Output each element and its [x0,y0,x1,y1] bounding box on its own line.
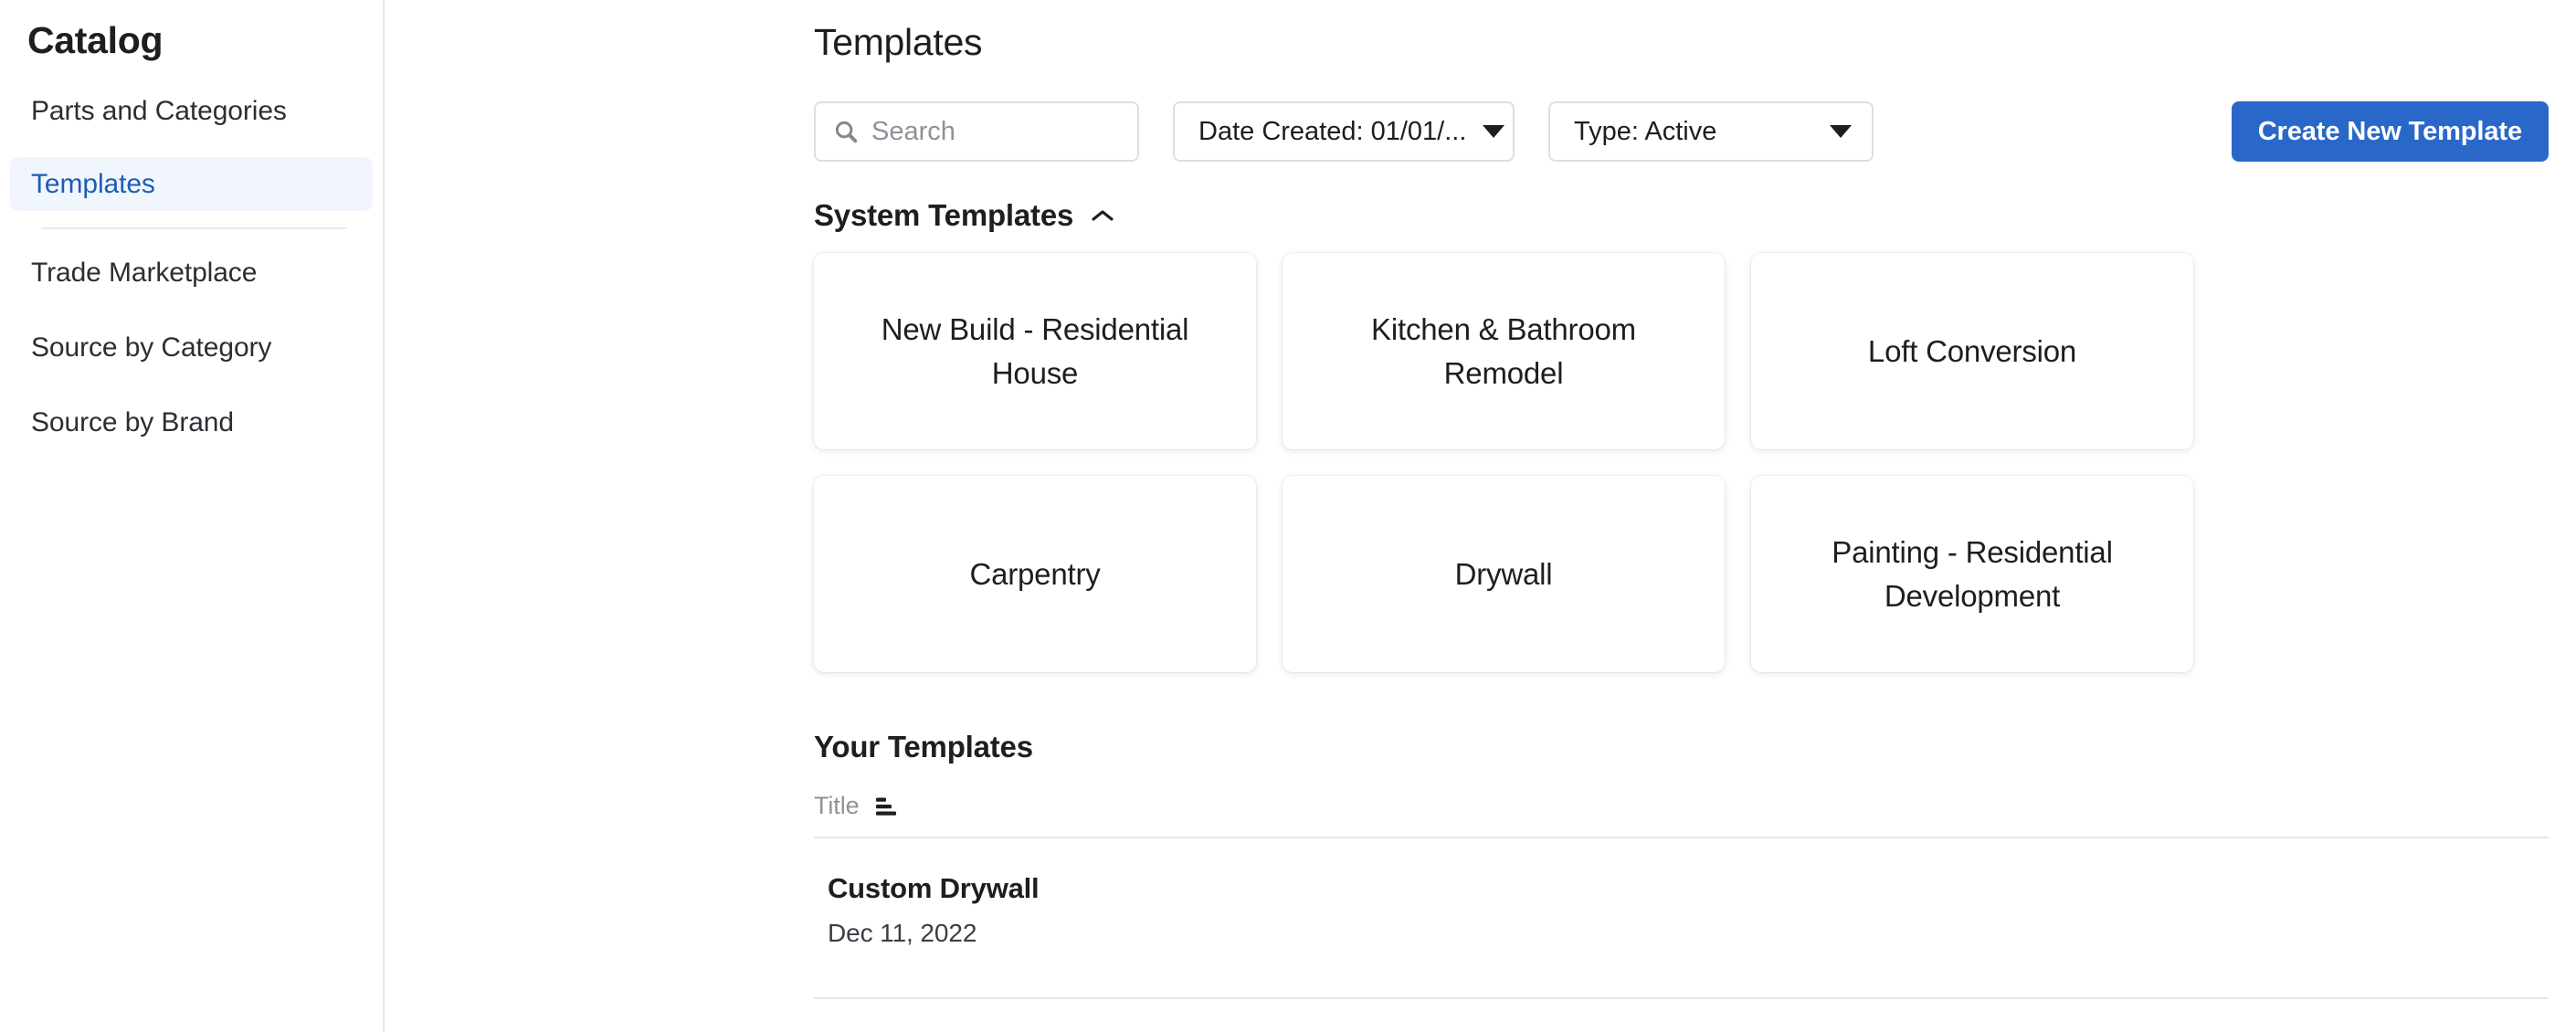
sidebar-nav: Parts and Categories Templates Trade Mar… [0,86,383,449]
table-row-title: Custom Drywall [828,872,1040,905]
chevron-down-icon [1830,125,1852,139]
system-templates-title: System Templates [814,198,1074,233]
search-input[interactable] [871,116,1121,147]
type-filter-label: Type: Active [1574,116,1717,146]
template-card-label: Painting - Residential Development [1832,534,2113,613]
search-icon [832,118,860,145]
search-field[interactable] [814,101,1139,163]
template-card[interactable]: Kitchen & Bathroom Remodel [1283,253,1725,450]
template-card-label: Loft Conversion [1867,333,2077,368]
system-templates-header[interactable]: System Templates [385,198,2576,233]
sidebar-item-source-by-category[interactable]: Source by Category [10,321,373,375]
sidebar-item-label: Source by Brand [31,406,234,437]
date-created-filter-dropdown[interactable]: Date Created: 01/01/... [1173,101,1515,163]
template-card[interactable]: Drywall [1283,476,1725,673]
sidebar-divider [41,227,347,230]
chevron-down-icon [1483,125,1505,139]
sidebar-item-source-by-brand[interactable]: Source by Brand [10,395,373,450]
column-header-title[interactable]: Title [814,792,860,820]
template-card-label: Kitchen & Bathroom Remodel [1371,311,1636,390]
sidebar-item-templates[interactable]: Templates [10,156,373,212]
template-card-label: Drywall [1454,556,1553,591]
chevron-up-icon[interactable] [1090,207,1115,224]
sidebar-item-label: Parts and Categories [31,96,287,127]
sidebar: Catalog Parts and Categories Templates T… [0,0,385,1032]
sidebar-item-label: Trade Marketplace [31,258,258,289]
template-card[interactable]: Carpentry [814,476,1256,673]
main-content: Templates Date Created: 01/01/... Type: … [385,0,2576,1032]
app-root: Catalog Parts and Categories Templates T… [0,0,2576,1032]
sort-icon[interactable] [872,795,896,817]
table-row-date: Dec 11, 2022 [828,918,977,947]
template-card-label: New Build - Residential House [881,311,1189,390]
template-card-label: Carpentry [969,556,1101,591]
templates-table-header: Title [385,792,2576,820]
sidebar-item-label: Source by Category [31,332,272,363]
template-card[interactable]: Loft Conversion [1751,253,2193,450]
template-card[interactable]: New Build - Residential House [814,253,1256,450]
system-templates-grid: New Build - Residential House Kitchen & … [385,253,2576,673]
date-created-filter-label: Date Created: 01/01/... [1198,116,1467,146]
sidebar-item-trade-marketplace[interactable]: Trade Marketplace [10,246,373,300]
sidebar-item-parts-and-categories[interactable]: Parts and Categories [10,86,373,137]
type-filter-dropdown[interactable]: Type: Active [1548,101,1874,163]
template-card[interactable]: Painting - Residential Development [1751,476,2193,673]
sidebar-title: Catalog [27,19,164,61]
create-new-template-button[interactable]: Create New Template [2231,101,2549,163]
table-row[interactable]: Custom Drywall Dec 11, 2022 [385,838,2576,981]
sidebar-item-label: Templates [31,168,155,199]
toolbar: Date Created: 01/01/... Type: Active Cre… [385,101,2576,163]
page-title: Templates [814,21,983,63]
table-divider-bottom [814,996,2549,999]
your-templates-title: Your Templates [814,730,1033,764]
